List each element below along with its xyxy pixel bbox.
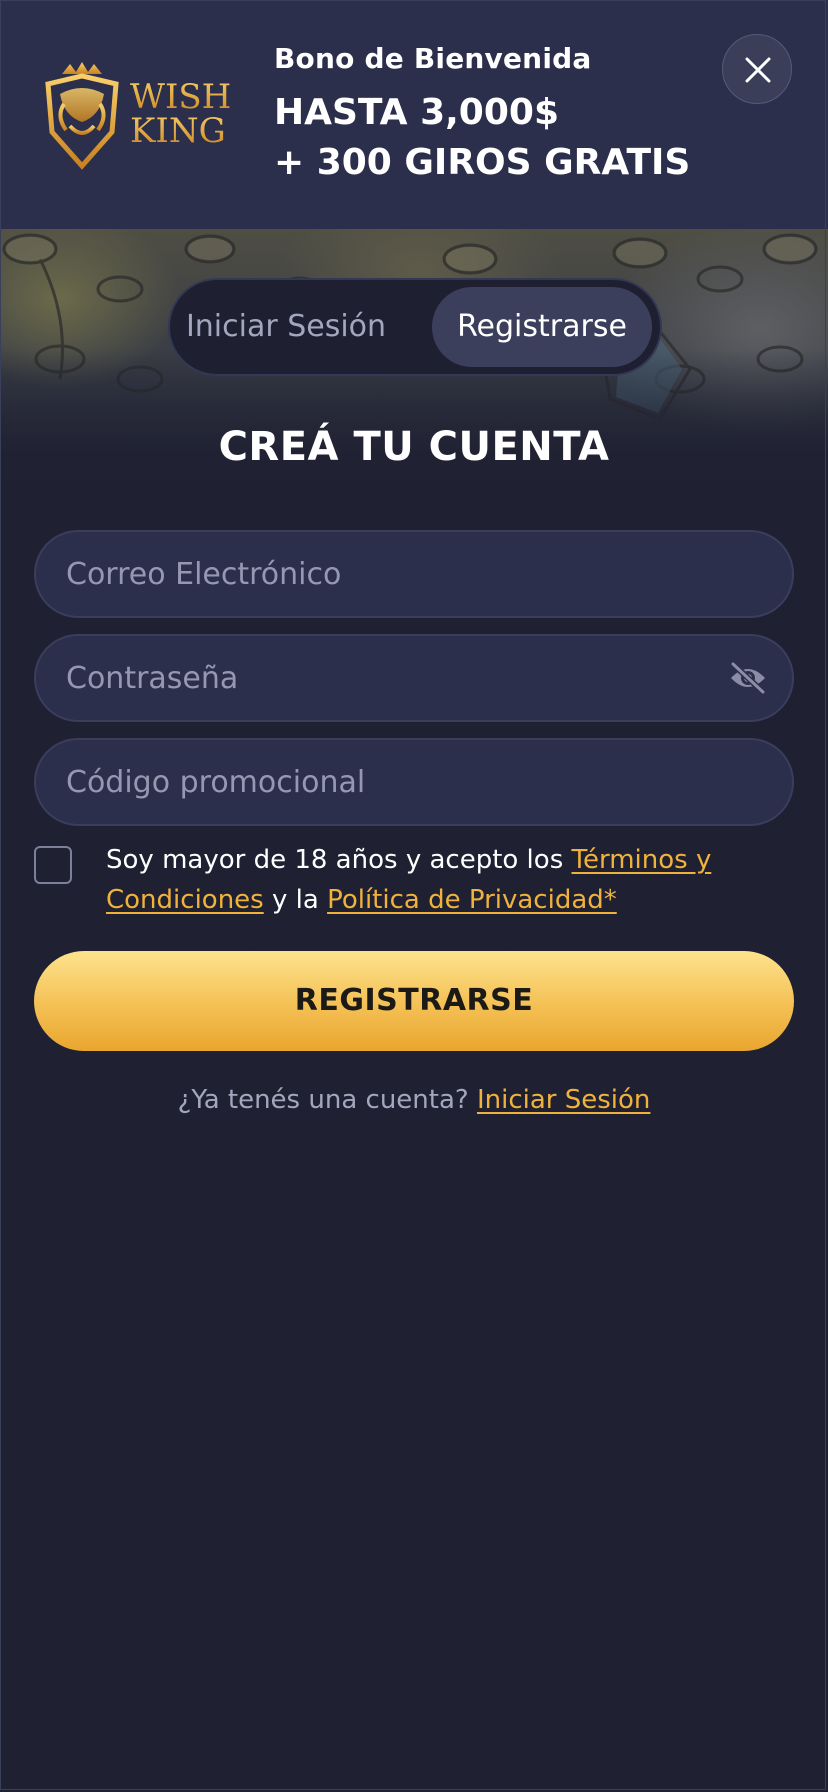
eye-off-icon[interactable]	[728, 660, 768, 696]
password-input[interactable]	[66, 636, 706, 720]
consent-middle: y la	[263, 885, 328, 915]
password-field-wrapper	[34, 634, 794, 722]
existing-account-row: ¿Ya tenés una cuenta? Iniciar Sesión	[0, 1085, 828, 1115]
logo-text-king: KING	[130, 111, 226, 151]
tab-login[interactable]: Iniciar Sesión	[178, 287, 394, 367]
promo-header: WISH KING Bono de Bienvenida HASTA 3,000…	[0, 0, 828, 229]
bonus-subtitle: Bono de Bienvenida	[274, 42, 592, 75]
register-button[interactable]: REGISTRARSE	[34, 951, 794, 1051]
close-button[interactable]	[722, 34, 792, 104]
form-title: CREÁ TU CUENTA	[218, 424, 610, 470]
login-link[interactable]: Iniciar Sesión	[477, 1085, 650, 1115]
age-consent-checkbox[interactable]	[34, 846, 72, 884]
privacy-link[interactable]: Política de Privacidad*	[327, 885, 617, 915]
account-question: ¿Ya tenés una cuenta?	[177, 1085, 477, 1115]
auth-tabs: Iniciar Sesión Registrarse	[168, 278, 662, 376]
bonus-amount: HASTA 3,000$	[274, 92, 559, 133]
consent-text: Soy mayor de 18 años y acepto los Términ…	[106, 840, 786, 920]
bonus-spins: + 300 GIROS GRATIS	[274, 142, 691, 183]
email-field-wrapper	[34, 530, 794, 618]
promo-code-input[interactable]	[66, 740, 706, 824]
consent-prefix: Soy mayor de 18 años y acepto los	[106, 845, 572, 875]
wish-king-logo: WISH KING	[40, 60, 240, 172]
promo-field-wrapper	[34, 738, 794, 826]
bonus-headline: HASTA 3,000$ + 300 GIROS GRATIS	[274, 88, 690, 188]
tab-register[interactable]: Registrarse	[432, 287, 652, 367]
email-input[interactable]	[66, 532, 706, 616]
close-icon	[745, 57, 771, 83]
